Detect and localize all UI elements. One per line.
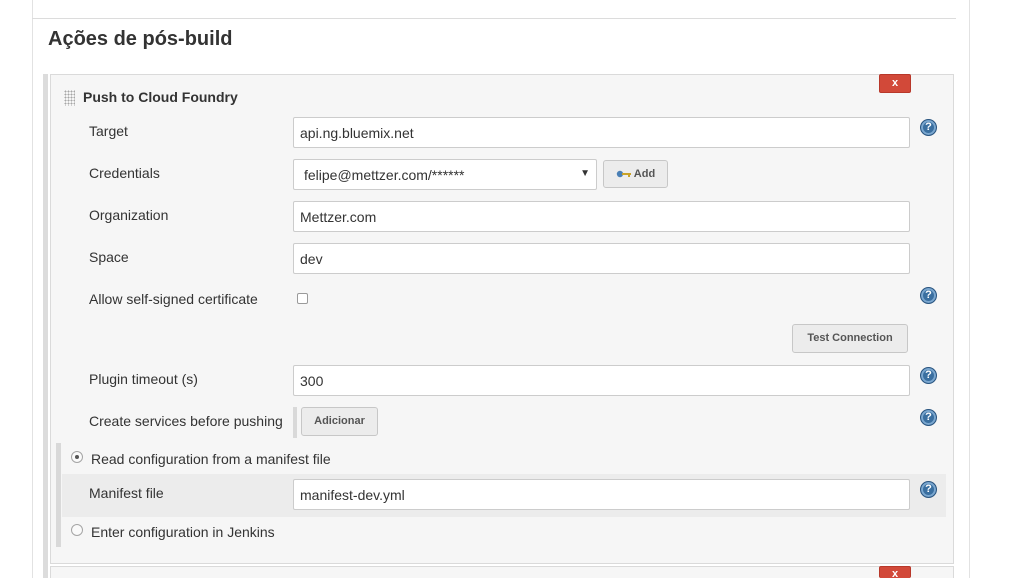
- step-list-bar: [43, 74, 48, 578]
- credentials-value: felipe@mettzer.com/******: [304, 167, 465, 183]
- help-icon[interactable]: ?: [920, 367, 937, 384]
- target-label: Target: [89, 123, 128, 139]
- target-input[interactable]: [293, 117, 910, 148]
- services-label: Create services before pushing: [89, 413, 283, 429]
- manifest-option-label: Read configuration from a manifest file: [91, 451, 331, 467]
- credentials-select[interactable]: felipe@mettzer.com/****** ▼: [293, 159, 597, 190]
- organization-input[interactable]: [293, 201, 910, 232]
- manifest-file-input[interactable]: [293, 479, 910, 510]
- section-top-divider: [32, 18, 956, 19]
- radio-selected-dot: [75, 455, 79, 459]
- self-signed-label: Allow self-signed certificate: [89, 291, 258, 307]
- add-service-button[interactable]: Adicionar: [301, 407, 378, 436]
- services-list-bar: [293, 407, 297, 438]
- drag-handle-icon[interactable]: [64, 90, 75, 106]
- credentials-label: Credentials: [89, 165, 160, 181]
- add-credentials-label: Add: [633, 168, 656, 180]
- space-label: Space: [89, 249, 129, 265]
- step-title: Push to Cloud Foundry: [83, 89, 238, 105]
- timeout-input[interactable]: [293, 365, 910, 396]
- jenkins-radio[interactable]: [71, 524, 83, 536]
- self-signed-checkbox[interactable]: [297, 293, 308, 304]
- manifest-radio[interactable]: [71, 451, 83, 463]
- next-step-panel: [50, 566, 954, 578]
- section-title: Ações de pós-build: [48, 28, 233, 50]
- test-connection-button[interactable]: Test Connection: [792, 324, 908, 353]
- add-credentials-button[interactable]: Add: [603, 160, 668, 188]
- organization-label: Organization: [89, 207, 169, 223]
- space-input[interactable]: [293, 243, 910, 274]
- manifest-file-label: Manifest file: [89, 485, 164, 501]
- delete-step-button[interactable]: x: [879, 74, 911, 93]
- help-icon[interactable]: ?: [920, 287, 937, 304]
- help-icon[interactable]: ?: [920, 481, 937, 498]
- jenkins-option-label: Enter configuration in Jenkins: [91, 524, 275, 540]
- page-divider-left: [32, 0, 33, 578]
- timeout-label: Plugin timeout (s): [89, 371, 198, 387]
- page-divider-right: [969, 0, 970, 578]
- dropdown-caret-icon: ▼: [580, 168, 590, 179]
- delete-next-step-button[interactable]: x: [879, 566, 911, 578]
- help-icon[interactable]: ?: [920, 409, 937, 426]
- config-mode-bar: [56, 443, 61, 547]
- help-icon[interactable]: ?: [920, 119, 937, 136]
- key-icon: [616, 170, 631, 178]
